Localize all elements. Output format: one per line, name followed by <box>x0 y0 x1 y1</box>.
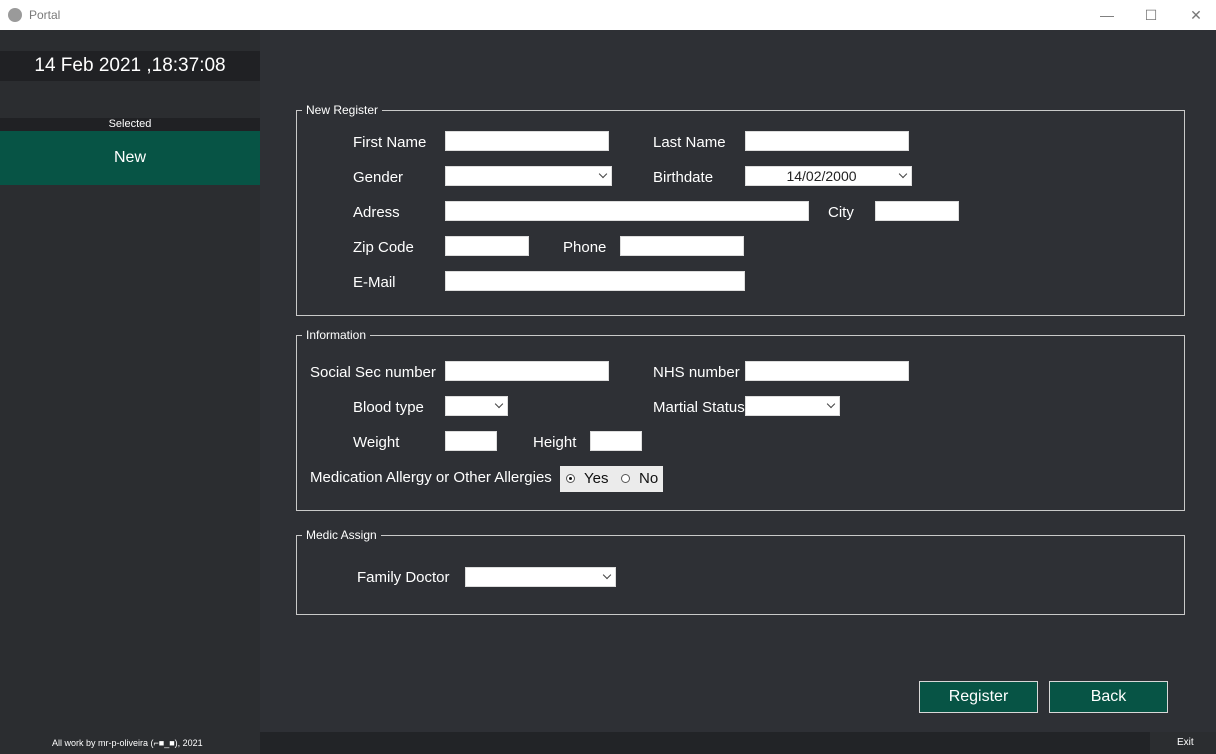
footer-bar <box>260 732 1150 754</box>
allergy-yes-label[interactable]: Yes <box>584 470 608 487</box>
sidebar-item-new[interactable]: New <box>0 131 260 185</box>
marital-status-select[interactable] <box>745 396 840 416</box>
family-doctor-label: Family Doctor <box>357 569 450 586</box>
chevron-down-icon <box>826 399 836 409</box>
address-label: Adress <box>353 204 400 221</box>
app-icon <box>8 8 22 22</box>
nhs-number-label: NHS number <box>653 364 740 381</box>
social-sec-label: Social Sec number <box>310 364 436 381</box>
last-name-label: Last Name <box>653 134 726 151</box>
clock-display: 14 Feb 2021 ,18:37:08 <box>0 51 260 81</box>
footer-credit: All work by mr-p-oliveira (⌐■_■), 2021 <box>52 738 203 748</box>
zip-code-label: Zip Code <box>353 239 414 256</box>
chevron-down-icon <box>494 399 504 409</box>
chevron-down-icon <box>598 169 608 179</box>
email-field[interactable] <box>445 271 745 291</box>
family-doctor-select[interactable] <box>465 567 616 587</box>
social-sec-field[interactable] <box>445 361 609 381</box>
chevron-down-icon <box>898 169 908 179</box>
back-button[interactable]: Back <box>1049 681 1168 713</box>
weight-field[interactable] <box>445 431 497 451</box>
footer-credit-bar: All work by mr-p-oliveira (⌐■_■), 2021 <box>0 732 260 754</box>
allergy-no-radio[interactable] <box>621 474 630 483</box>
phone-label: Phone <box>563 239 607 256</box>
allergy-no-label[interactable]: No <box>639 470 658 487</box>
maximize-button[interactable]: ☐ <box>1128 0 1174 30</box>
first-name-field[interactable] <box>445 131 609 151</box>
information-legend: Information <box>302 328 371 342</box>
email-label: E-Mail <box>353 274 396 291</box>
chevron-down-icon <box>602 570 612 580</box>
minimize-button[interactable]: — <box>1084 0 1130 30</box>
city-field[interactable] <box>875 201 959 221</box>
address-field[interactable] <box>445 201 809 221</box>
selected-label: Selected <box>0 118 260 131</box>
allergy-label: Medication Allergy or Other Allergies <box>310 469 552 486</box>
city-label: City <box>828 204 854 221</box>
exit-label: Exit <box>1177 737 1194 748</box>
close-button[interactable]: ✕ <box>1173 0 1216 30</box>
zip-code-field[interactable] <box>445 236 529 256</box>
birthdate-value: 14/02/2000 <box>786 168 857 184</box>
weight-label: Weight <box>353 434 400 451</box>
birthdate-label: Birthdate <box>653 169 714 186</box>
medic-assign-legend: Medic Assign <box>302 528 381 542</box>
first-name-label: First Name <box>353 134 427 151</box>
marital-status-label: Martial Status <box>653 399 745 416</box>
allergy-yes-radio[interactable] <box>566 474 575 483</box>
blood-type-label: Blood type <box>353 399 424 416</box>
allergy-radio-group: Yes No <box>560 466 663 492</box>
gender-label: Gender <box>353 169 404 186</box>
birthdate-picker[interactable]: 14/02/2000 <box>745 166 912 186</box>
exit-button[interactable]: Exit <box>1150 732 1216 754</box>
height-field[interactable] <box>590 431 642 451</box>
window-title: Portal <box>29 8 61 22</box>
last-name-field[interactable] <box>745 131 909 151</box>
register-button[interactable]: Register <box>919 681 1038 713</box>
phone-field[interactable] <box>620 236 744 256</box>
height-label: Height <box>533 434 577 451</box>
title-bar: Portal — ☐ ✕ <box>0 0 1216 30</box>
blood-type-select[interactable] <box>445 396 508 416</box>
gender-select[interactable] <box>445 166 612 186</box>
nhs-number-field[interactable] <box>745 361 909 381</box>
new-register-legend: New Register <box>302 103 383 117</box>
